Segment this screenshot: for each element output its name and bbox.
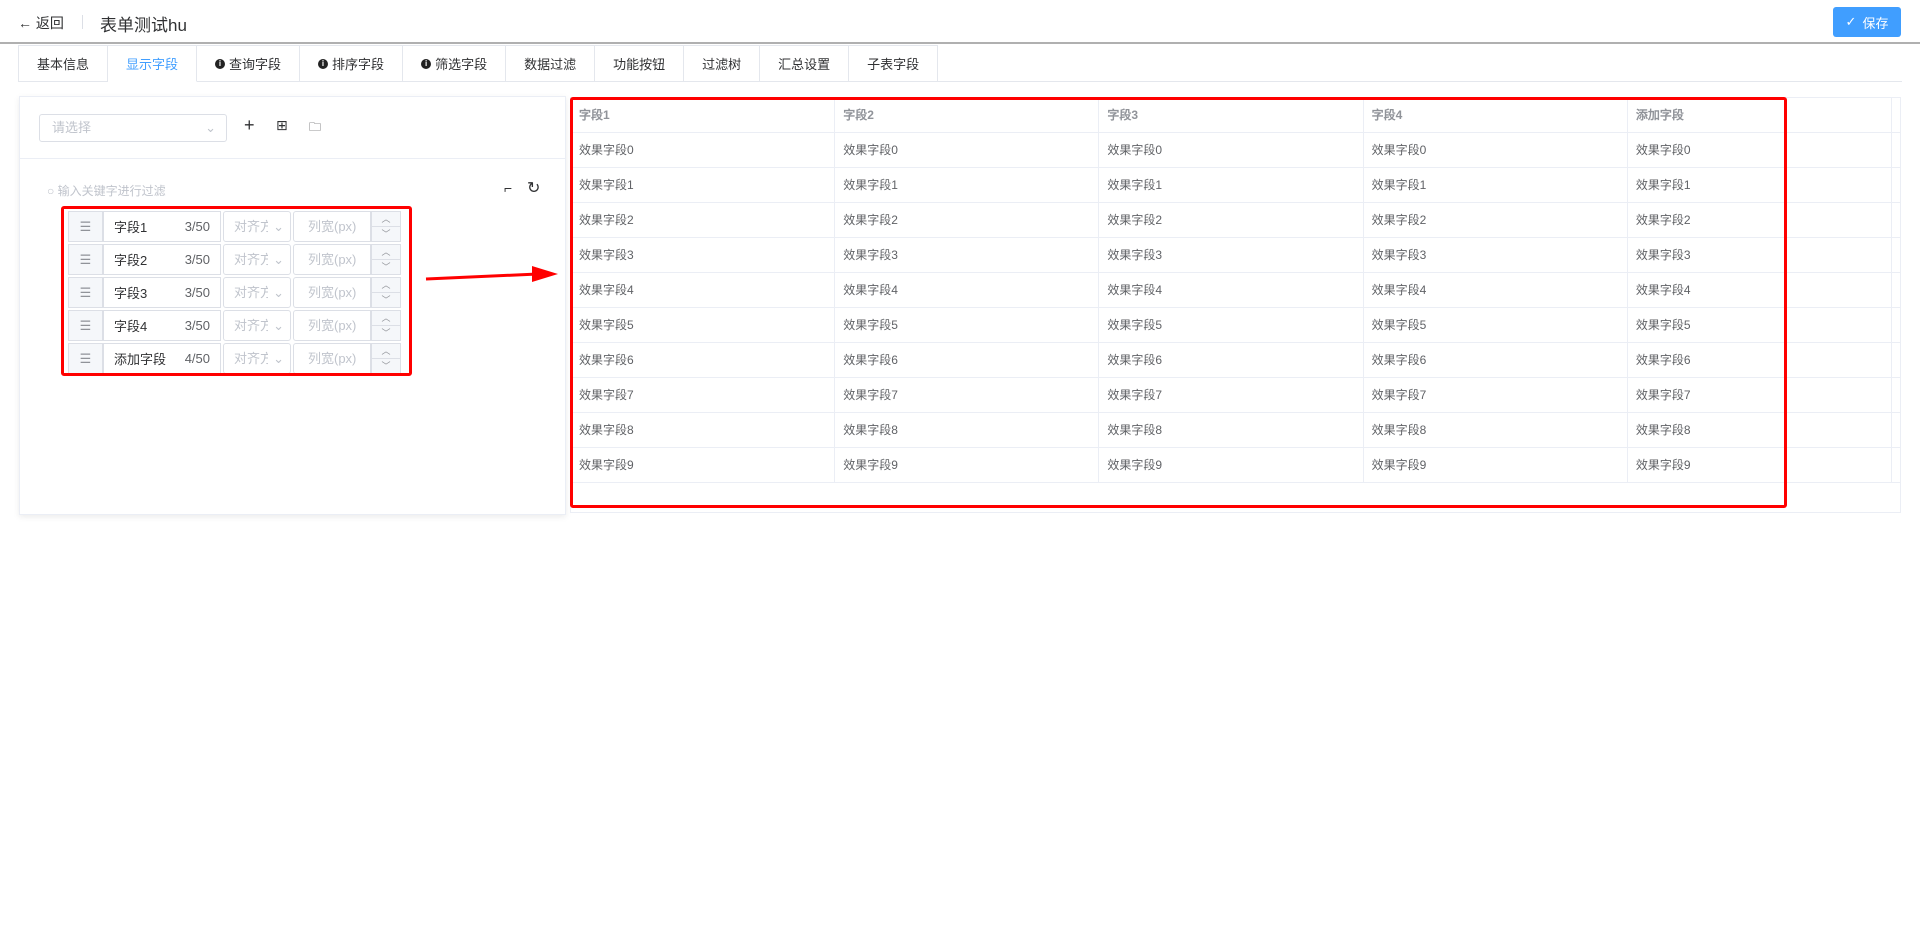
empty-cell bbox=[1892, 343, 1900, 377]
tab-label: 子表字段 bbox=[867, 57, 920, 72]
annotation-arrow bbox=[425, 266, 558, 282]
search-icon: ○ bbox=[47, 184, 55, 198]
empty-cell bbox=[1892, 448, 1900, 482]
empty-cell bbox=[1892, 168, 1900, 202]
tab-label: 显示字段 bbox=[126, 57, 179, 72]
save-label: 保存 bbox=[1862, 15, 1889, 31]
empty-cell bbox=[1892, 308, 1900, 342]
info-icon: i bbox=[215, 58, 226, 69]
annotation-box-table bbox=[570, 97, 1787, 508]
tab-0[interactable]: 基本信息 bbox=[18, 45, 109, 82]
info-icon: i bbox=[421, 58, 432, 69]
back-label: 返回 bbox=[35, 15, 64, 31]
tab-8[interactable]: 汇总设置 bbox=[760, 45, 850, 82]
tab-9[interactable]: 子表字段 bbox=[849, 45, 939, 82]
search-placeholder: 输入关键字进行过滤 bbox=[57, 184, 166, 198]
info-icon: i bbox=[318, 58, 329, 69]
add-box-icon[interactable]: ⊞ bbox=[276, 117, 288, 134]
empty-cell bbox=[1892, 133, 1900, 167]
tab-3[interactable]: i 排序字段 bbox=[300, 45, 404, 82]
field-select[interactable]: 请选择 ⌄ bbox=[39, 114, 227, 142]
tab-label: 数据过滤 bbox=[524, 57, 577, 72]
add-icon[interactable]: + bbox=[244, 115, 255, 136]
tab-7[interactable]: 过滤树 bbox=[684, 45, 761, 82]
refresh-icon[interactable]: ↻ bbox=[527, 178, 540, 198]
tab-6[interactable]: 功能按钮 bbox=[595, 45, 685, 82]
tab-4[interactable]: i 筛选字段 bbox=[403, 45, 507, 82]
empty-cell bbox=[1892, 413, 1900, 447]
empty-cell bbox=[1892, 98, 1900, 132]
annotation-box-fields bbox=[61, 206, 412, 376]
empty-cell bbox=[1892, 273, 1900, 307]
empty-cell bbox=[1892, 203, 1900, 237]
page-title: 表单测试hu bbox=[100, 16, 187, 35]
top-bar: ← 返回 表单测试hu ✓ 保存 bbox=[0, 0, 1920, 44]
save-button[interactable]: ✓ 保存 bbox=[1833, 7, 1901, 37]
filter-search-input[interactable]: ○ 输入关键字进行过滤 bbox=[47, 182, 166, 199]
tab-5[interactable]: 数据过滤 bbox=[506, 45, 596, 82]
tab-label: 查询字段 bbox=[229, 57, 282, 72]
tab-bar: 基本信息 显示字段 i 查询字段 i 排序字段 i 筛选字段 数据过滤 功能按钮 过滤树 汇总设置 子表… bbox=[18, 45, 1902, 82]
tab-label: 功能按钮 bbox=[613, 57, 666, 72]
chevron-down-icon: ⌄ bbox=[205, 120, 216, 135]
tab-label: 排序字段 bbox=[332, 57, 385, 72]
divider bbox=[82, 15, 83, 29]
tab-label: 基本信息 bbox=[37, 57, 90, 72]
tab-label: 过滤树 bbox=[702, 57, 742, 72]
collapse-icon[interactable]: ⌐ bbox=[504, 180, 512, 196]
empty-cell bbox=[1892, 378, 1900, 412]
tab-label: 筛选字段 bbox=[435, 57, 488, 72]
back-button[interactable]: ← 返回 bbox=[18, 13, 64, 33]
check-icon: ✓ bbox=[1845, 14, 1857, 29]
select-placeholder: 请选择 bbox=[52, 120, 92, 135]
tab-2[interactable]: i 查询字段 bbox=[197, 45, 301, 82]
divider bbox=[20, 158, 565, 159]
folder-icon[interactable]: 🗀 bbox=[309, 118, 321, 139]
tab-label: 汇总设置 bbox=[778, 57, 831, 72]
arrow-left-icon: ← bbox=[18, 15, 32, 31]
tab-1[interactable]: 显示字段 bbox=[108, 45, 198, 82]
empty-cell bbox=[1892, 238, 1900, 272]
